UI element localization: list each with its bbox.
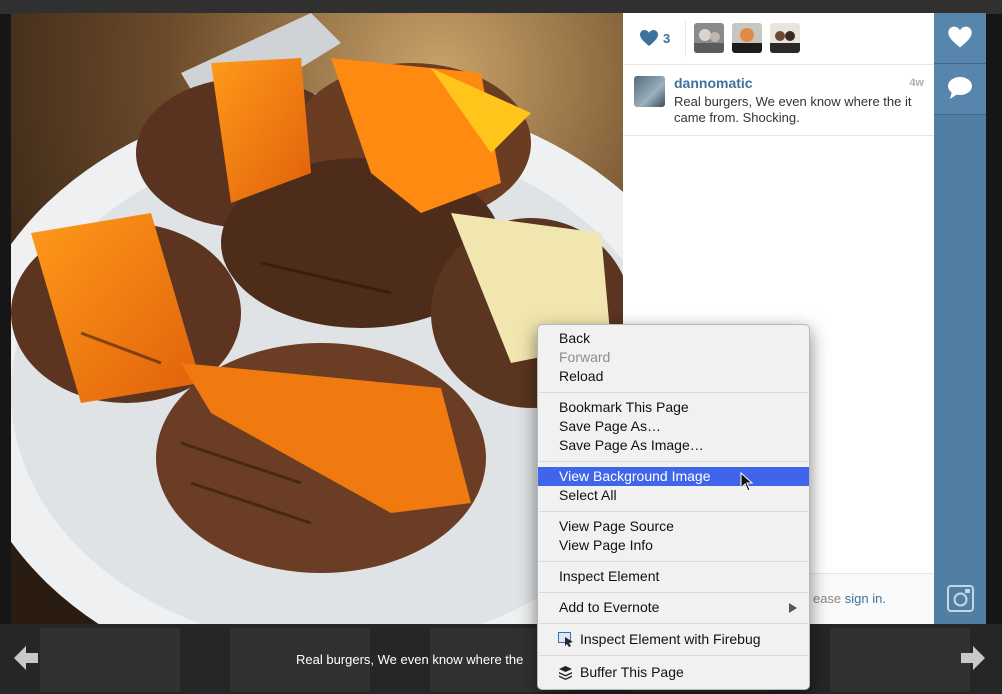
submenu-arrow-icon (789, 603, 797, 613)
menu-item-reload[interactable]: Reload (538, 367, 809, 386)
liker-avatar[interactable] (694, 23, 724, 53)
avatar (770, 23, 800, 53)
comment-button[interactable] (934, 64, 986, 115)
menu-item-label: Buffer This Page (580, 664, 684, 680)
menu-item-back[interactable]: Back (538, 329, 809, 348)
avatar (732, 23, 762, 53)
action-bar (934, 13, 986, 624)
avatar[interactable] (634, 76, 665, 107)
menu-item-bookmark[interactable]: Bookmark This Page (538, 398, 809, 417)
instagram-logo-icon[interactable] (947, 585, 974, 612)
like-count[interactable]: 3 (663, 31, 670, 46)
menu-item-save-page-as-image[interactable]: Save Page As Image… (538, 436, 809, 455)
mouse-cursor-icon (740, 472, 754, 492)
menu-separator (539, 592, 808, 593)
liker-avatar[interactable] (732, 23, 762, 53)
signin-prefix: ease (812, 591, 842, 606)
heart-icon (948, 26, 972, 48)
menu-item-inspect-with-firebug[interactable]: Inspect Element with Firebug (538, 630, 809, 649)
menu-separator (539, 655, 808, 656)
caption-comment: dannomatic 4w Real burgers, We even know… (623, 65, 934, 136)
speech-bubble-icon (948, 77, 972, 99)
signin-link[interactable]: sign in. (845, 591, 886, 606)
menu-item-buffer-this-page[interactable]: Buffer This Page (538, 663, 809, 682)
divider (685, 21, 686, 57)
arrow-right-icon[interactable] (960, 645, 986, 671)
menu-separator (539, 623, 808, 624)
menu-item-view-page-info[interactable]: View Page Info (538, 536, 809, 555)
menu-item-add-to-evernote[interactable]: Add to Evernote (538, 598, 809, 617)
menu-item-view-background-image[interactable]: View Background Image (538, 467, 809, 486)
background-thumbnail-strip-top (0, 0, 1002, 14)
menu-item-view-page-source[interactable]: View Page Source (538, 517, 809, 536)
menu-item-forward: Forward (559, 349, 611, 365)
liker-avatar[interactable] (770, 23, 800, 53)
arrow-left-icon[interactable] (13, 645, 39, 671)
menu-item-save-page-as[interactable]: Save Page As… (538, 417, 809, 436)
heart-icon[interactable] (639, 29, 659, 47)
background-thumbnail (830, 628, 970, 692)
comment-timestamp: 4w (909, 77, 924, 89)
menu-separator (539, 392, 808, 393)
menu-separator (539, 461, 808, 462)
menu-item-label: Add to Evernote (559, 599, 660, 615)
firebug-inspect-icon (558, 632, 573, 647)
comment-text: Real burgers, We even know where the it … (674, 94, 912, 125)
context-menu: Back Forward Reload Bookmark This Page S… (537, 324, 810, 690)
menu-separator (539, 511, 808, 512)
burger-photo-illustration (11, 13, 623, 624)
comment-username[interactable]: dannomatic (674, 75, 753, 91)
likes-row: 3 (623, 13, 934, 65)
menu-item-label: Inspect Element with Firebug (580, 631, 761, 647)
menu-separator (539, 561, 808, 562)
photo-caption: Real burgers, We even know where the (296, 652, 524, 667)
photo[interactable] (11, 13, 623, 624)
avatar (694, 23, 724, 53)
menu-item-select-all[interactable]: Select All (538, 486, 809, 505)
background-thumbnail (40, 628, 180, 692)
buffer-stack-icon (559, 666, 572, 680)
like-button[interactable] (934, 13, 986, 64)
menu-item-inspect-element[interactable]: Inspect Element (538, 567, 809, 586)
signin-text: ease sign in. (813, 591, 886, 606)
